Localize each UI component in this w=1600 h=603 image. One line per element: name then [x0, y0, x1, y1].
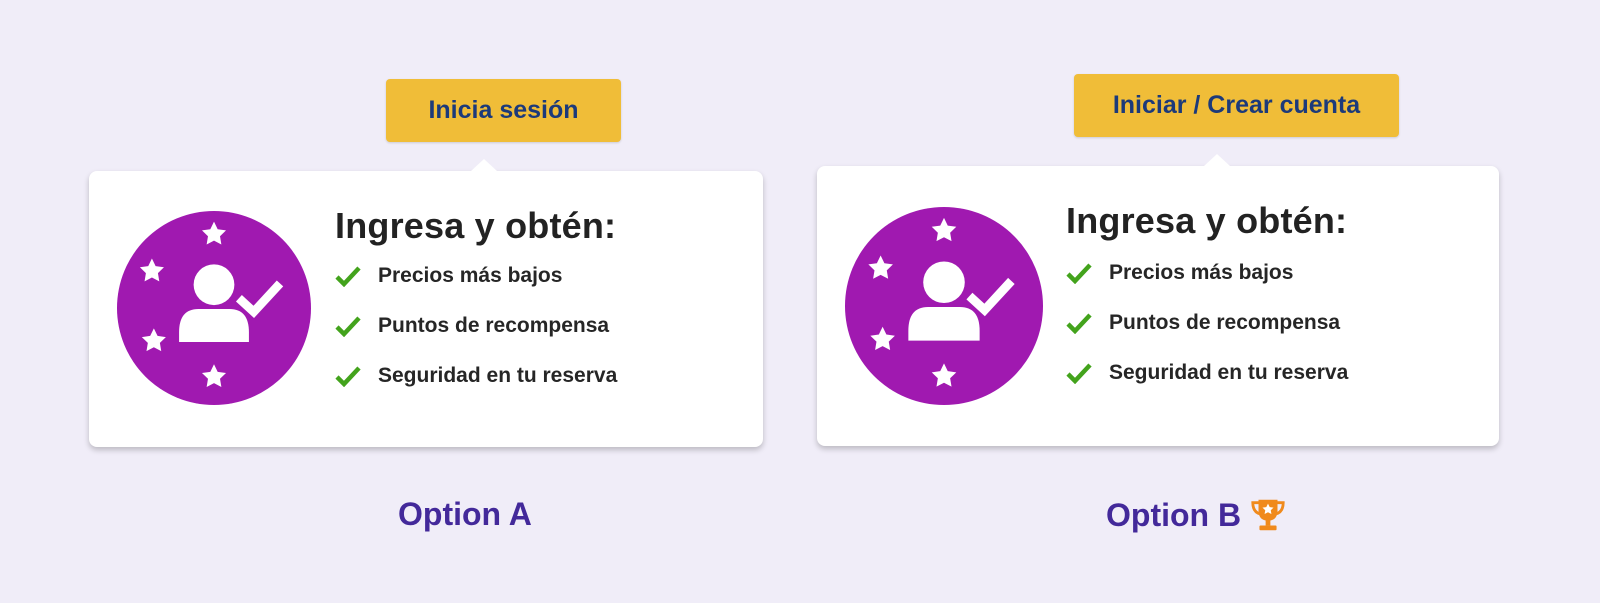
- caption-text: Option B: [1106, 496, 1242, 533]
- option-b-variant: Iniciar / Crear cuenta Ingresa y obtén:: [800, 0, 1600, 603]
- option-b-caption: Option B: [1106, 496, 1287, 534]
- benefit-label: Seguridad en tu reserva: [1109, 361, 1349, 384]
- check-icon: [335, 366, 361, 387]
- check-icon: [335, 266, 361, 287]
- sign-in-create-account-button[interactable]: Iniciar / Crear cuenta: [1074, 74, 1399, 137]
- benefit-label: Precios más bajos: [378, 264, 563, 287]
- benefit-item: Seguridad en tu reserva: [335, 351, 617, 401]
- benefits-list: Precios más bajos Puntos de recompensa S…: [1066, 248, 1348, 398]
- check-icon: [335, 316, 361, 337]
- member-badge: [117, 211, 311, 405]
- check-icon: [1066, 363, 1092, 384]
- benefit-item: Precios más bajos: [1066, 248, 1348, 298]
- benefit-label: Puntos de recompensa: [1109, 311, 1341, 334]
- sign-in-benefits-card: Ingresa y obtén: Precios más bajos Punto…: [817, 154, 1499, 446]
- option-a-caption: Option A: [398, 496, 532, 533]
- card-heading: Ingresa y obtén:: [1066, 200, 1348, 241]
- check-icon: [1066, 263, 1092, 284]
- benefit-label: Puntos de recompensa: [378, 314, 610, 337]
- card-pointer: [471, 159, 497, 171]
- user-check-stars-icon: [139, 221, 284, 388]
- benefit-label: Precios más bajos: [1109, 261, 1294, 284]
- benefit-label: Seguridad en tu reserva: [378, 364, 618, 387]
- user-check-stars-icon: [868, 217, 1015, 387]
- benefit-item: Puntos de recompensa: [1066, 298, 1348, 348]
- trophy-icon: [1251, 499, 1285, 531]
- member-badge: [845, 207, 1043, 405]
- sign-in-button[interactable]: Inicia sesión: [386, 79, 621, 142]
- card-pointer: [1204, 154, 1230, 166]
- check-icon: [1066, 313, 1092, 334]
- benefits-list: Precios más bajos Puntos de recompensa S…: [335, 251, 617, 401]
- benefit-item: Puntos de recompensa: [335, 301, 617, 351]
- caption-text: Option A: [398, 496, 532, 532]
- benefit-item: Precios más bajos: [335, 251, 617, 301]
- sign-in-benefits-card: Ingresa y obtén: Precios más bajos Punto…: [89, 159, 763, 447]
- card-heading: Ingresa y obtén:: [335, 205, 617, 246]
- benefit-item: Seguridad en tu reserva: [1066, 348, 1348, 398]
- option-a-variant: Inicia sesión Ingresa y obtén: Precios m…: [0, 0, 800, 603]
